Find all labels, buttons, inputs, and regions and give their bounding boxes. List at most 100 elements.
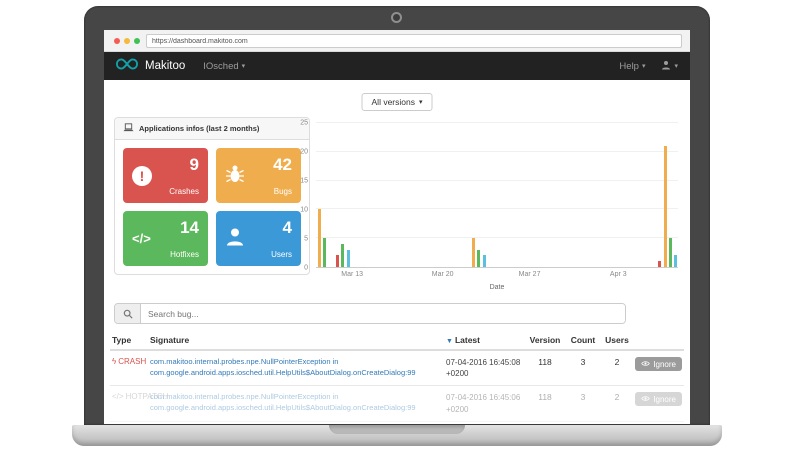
bug-signature-link[interactable]: com.makitoo.internal.probes.npe.NullPoin… (150, 357, 438, 378)
code-icon: </> (112, 392, 124, 402)
bug-latest-cell: 07-04-2016 16:45:06 +0200 (446, 392, 524, 414)
x-tick-label: Mar 13 (341, 271, 364, 278)
stats-grid: ! 9 Crashes 42 Bugs </> 14 Hotfixes 4 Us… (115, 140, 309, 274)
x-tick-label: Mar 20 (431, 271, 454, 278)
chart-bar (668, 238, 672, 267)
sort-descending-icon: ▼ (446, 338, 453, 345)
bug-search-box (114, 303, 626, 324)
ignore-button-label: Ignore (653, 359, 676, 369)
lightning-icon: ϟ (112, 357, 117, 366)
bug-table: Type Signature ▼ Latest Version Count Use… (110, 332, 684, 422)
table-row: ϟ CRASH com.makitoo.internal.probes.npe.… (110, 351, 684, 387)
bug-version-cell: 118 (538, 392, 552, 403)
laptop-base-notch (329, 425, 465, 434)
chart-bar (674, 255, 678, 267)
user-icon (225, 226, 245, 251)
browser-chrome (104, 30, 690, 52)
header-count[interactable]: Count (566, 335, 600, 345)
bug-table-header: Type Signature ▼ Latest Version Count Use… (110, 332, 684, 351)
bug-latest-cell: 07-04-2016 16:45:08 +0200 (446, 357, 524, 379)
bug-count-cell: 3 (580, 392, 586, 403)
all-versions-label: All versions (371, 97, 415, 107)
crashes-label: Crashes (169, 187, 199, 196)
chevron-down-icon: ▾ (641, 63, 646, 70)
top-navbar: Makitoo IOsched ▾ Help ▾ ▾ (104, 52, 690, 80)
y-tick-label: 5 (304, 235, 308, 243)
header-signature[interactable]: Signature (150, 335, 446, 345)
help-dropdown-label: Help (619, 60, 639, 72)
help-dropdown[interactable]: Help ▾ (619, 61, 645, 72)
bug-users-cell: 2 (614, 392, 620, 403)
crashes-count: 9 (189, 155, 199, 174)
user-menu-dropdown[interactable]: ▾ (661, 60, 678, 73)
crashes-card: ! 9 Crashes (123, 148, 208, 203)
eye-icon (641, 360, 651, 369)
chart-bar (335, 255, 339, 267)
ignore-button[interactable]: Ignore (635, 392, 682, 407)
chart-bar (482, 255, 486, 267)
chart-bar (323, 238, 327, 267)
y-tick-label: 25 (300, 119, 308, 127)
crash-alert-icon: ! (132, 165, 152, 186)
chart-x-axis-title: Date (489, 284, 505, 291)
table-row: </> HOTPATCH com.makitoo.internal.probes… (110, 386, 684, 422)
bug-icon (225, 163, 245, 188)
y-tick-label: 20 (300, 148, 308, 156)
window-maximize-button[interactable] (134, 38, 140, 44)
bug-version-cell: 118 (538, 357, 552, 367)
bug-signature-cell: com.makitoo.internal.probes.npe.NullPoin… (150, 357, 446, 378)
bug-action-cell: Ignore (634, 357, 684, 371)
chart-y-axis: 0 5 10 15 20 25 (286, 119, 312, 272)
header-latest-label: Latest (454, 335, 480, 345)
chevron-down-icon: ▾ (674, 63, 678, 70)
header-latest[interactable]: ▼ Latest (446, 335, 524, 345)
chart-plot (316, 122, 678, 268)
laptop-icon (123, 123, 134, 134)
bug-action-cell: Ignore (634, 392, 684, 407)
x-tick-label: Apr 3 (609, 271, 627, 278)
search-icon (115, 304, 141, 323)
address-bar[interactable] (146, 34, 682, 48)
x-tick-label: Mar 27 (518, 271, 541, 278)
chart-bar (658, 261, 662, 267)
browser-screen: Makitoo IOsched ▾ Help ▾ ▾ All versions … (104, 30, 690, 424)
bug-signature-cell: com.makitoo.internal.probes.npe.NullPoin… (150, 392, 446, 413)
chart-x-axis: Mar 13 Mar 20 Mar 27 Apr 3 (316, 271, 678, 281)
bug-latest-value: 07-04-2016 16:45:08 +0200 (446, 358, 521, 379)
eye-icon (641, 395, 651, 404)
brand-name[interactable]: Makitoo (145, 60, 185, 72)
search-input[interactable] (141, 304, 625, 323)
bug-count-cell: 3 (580, 357, 586, 367)
chart-bar (477, 249, 481, 267)
window-close-button[interactable] (114, 38, 120, 44)
ignore-button[interactable]: Ignore (635, 357, 682, 371)
bug-type-label: CRASH (118, 357, 147, 366)
applications-info-title: Applications infos (last 2 months) (139, 124, 260, 133)
chart-bar (317, 209, 321, 267)
y-tick-label: 15 (300, 177, 308, 185)
header-version[interactable]: Version (524, 335, 566, 345)
makitoo-logo-icon (115, 57, 139, 75)
bug-type-cell: </> HOTPATCH (110, 392, 168, 402)
ignore-button-label: Ignore (653, 394, 676, 404)
project-dropdown[interactable]: IOsched ▾ (203, 61, 245, 72)
y-tick-label: 10 (300, 206, 308, 214)
applications-info-panel: Applications infos (last 2 months) ! 9 C… (114, 117, 310, 275)
webcam-dot (391, 12, 402, 23)
chevron-down-icon: ▾ (418, 99, 423, 106)
bug-signature-link[interactable]: com.makitoo.internal.probes.npe.NullPoin… (150, 392, 438, 413)
window-minimize-button[interactable] (124, 38, 130, 44)
bug-type-cell: ϟ CRASH (110, 357, 150, 366)
hotfixes-count: 14 (180, 218, 199, 237)
header-users[interactable]: Users (600, 335, 634, 345)
header-type[interactable]: Type (110, 335, 150, 345)
applications-info-header: Applications infos (last 2 months) (115, 118, 309, 140)
all-versions-button[interactable]: All versions ▾ (361, 93, 433, 111)
hotfixes-card: </> 14 Hotfixes (123, 211, 208, 266)
chart-bar (663, 146, 667, 267)
project-dropdown-label: IOsched (203, 60, 239, 72)
user-icon (661, 60, 671, 73)
y-tick-label: 0 (304, 264, 308, 272)
chart-bar (341, 243, 345, 267)
hotfixes-label: Hotfixes (170, 250, 199, 259)
